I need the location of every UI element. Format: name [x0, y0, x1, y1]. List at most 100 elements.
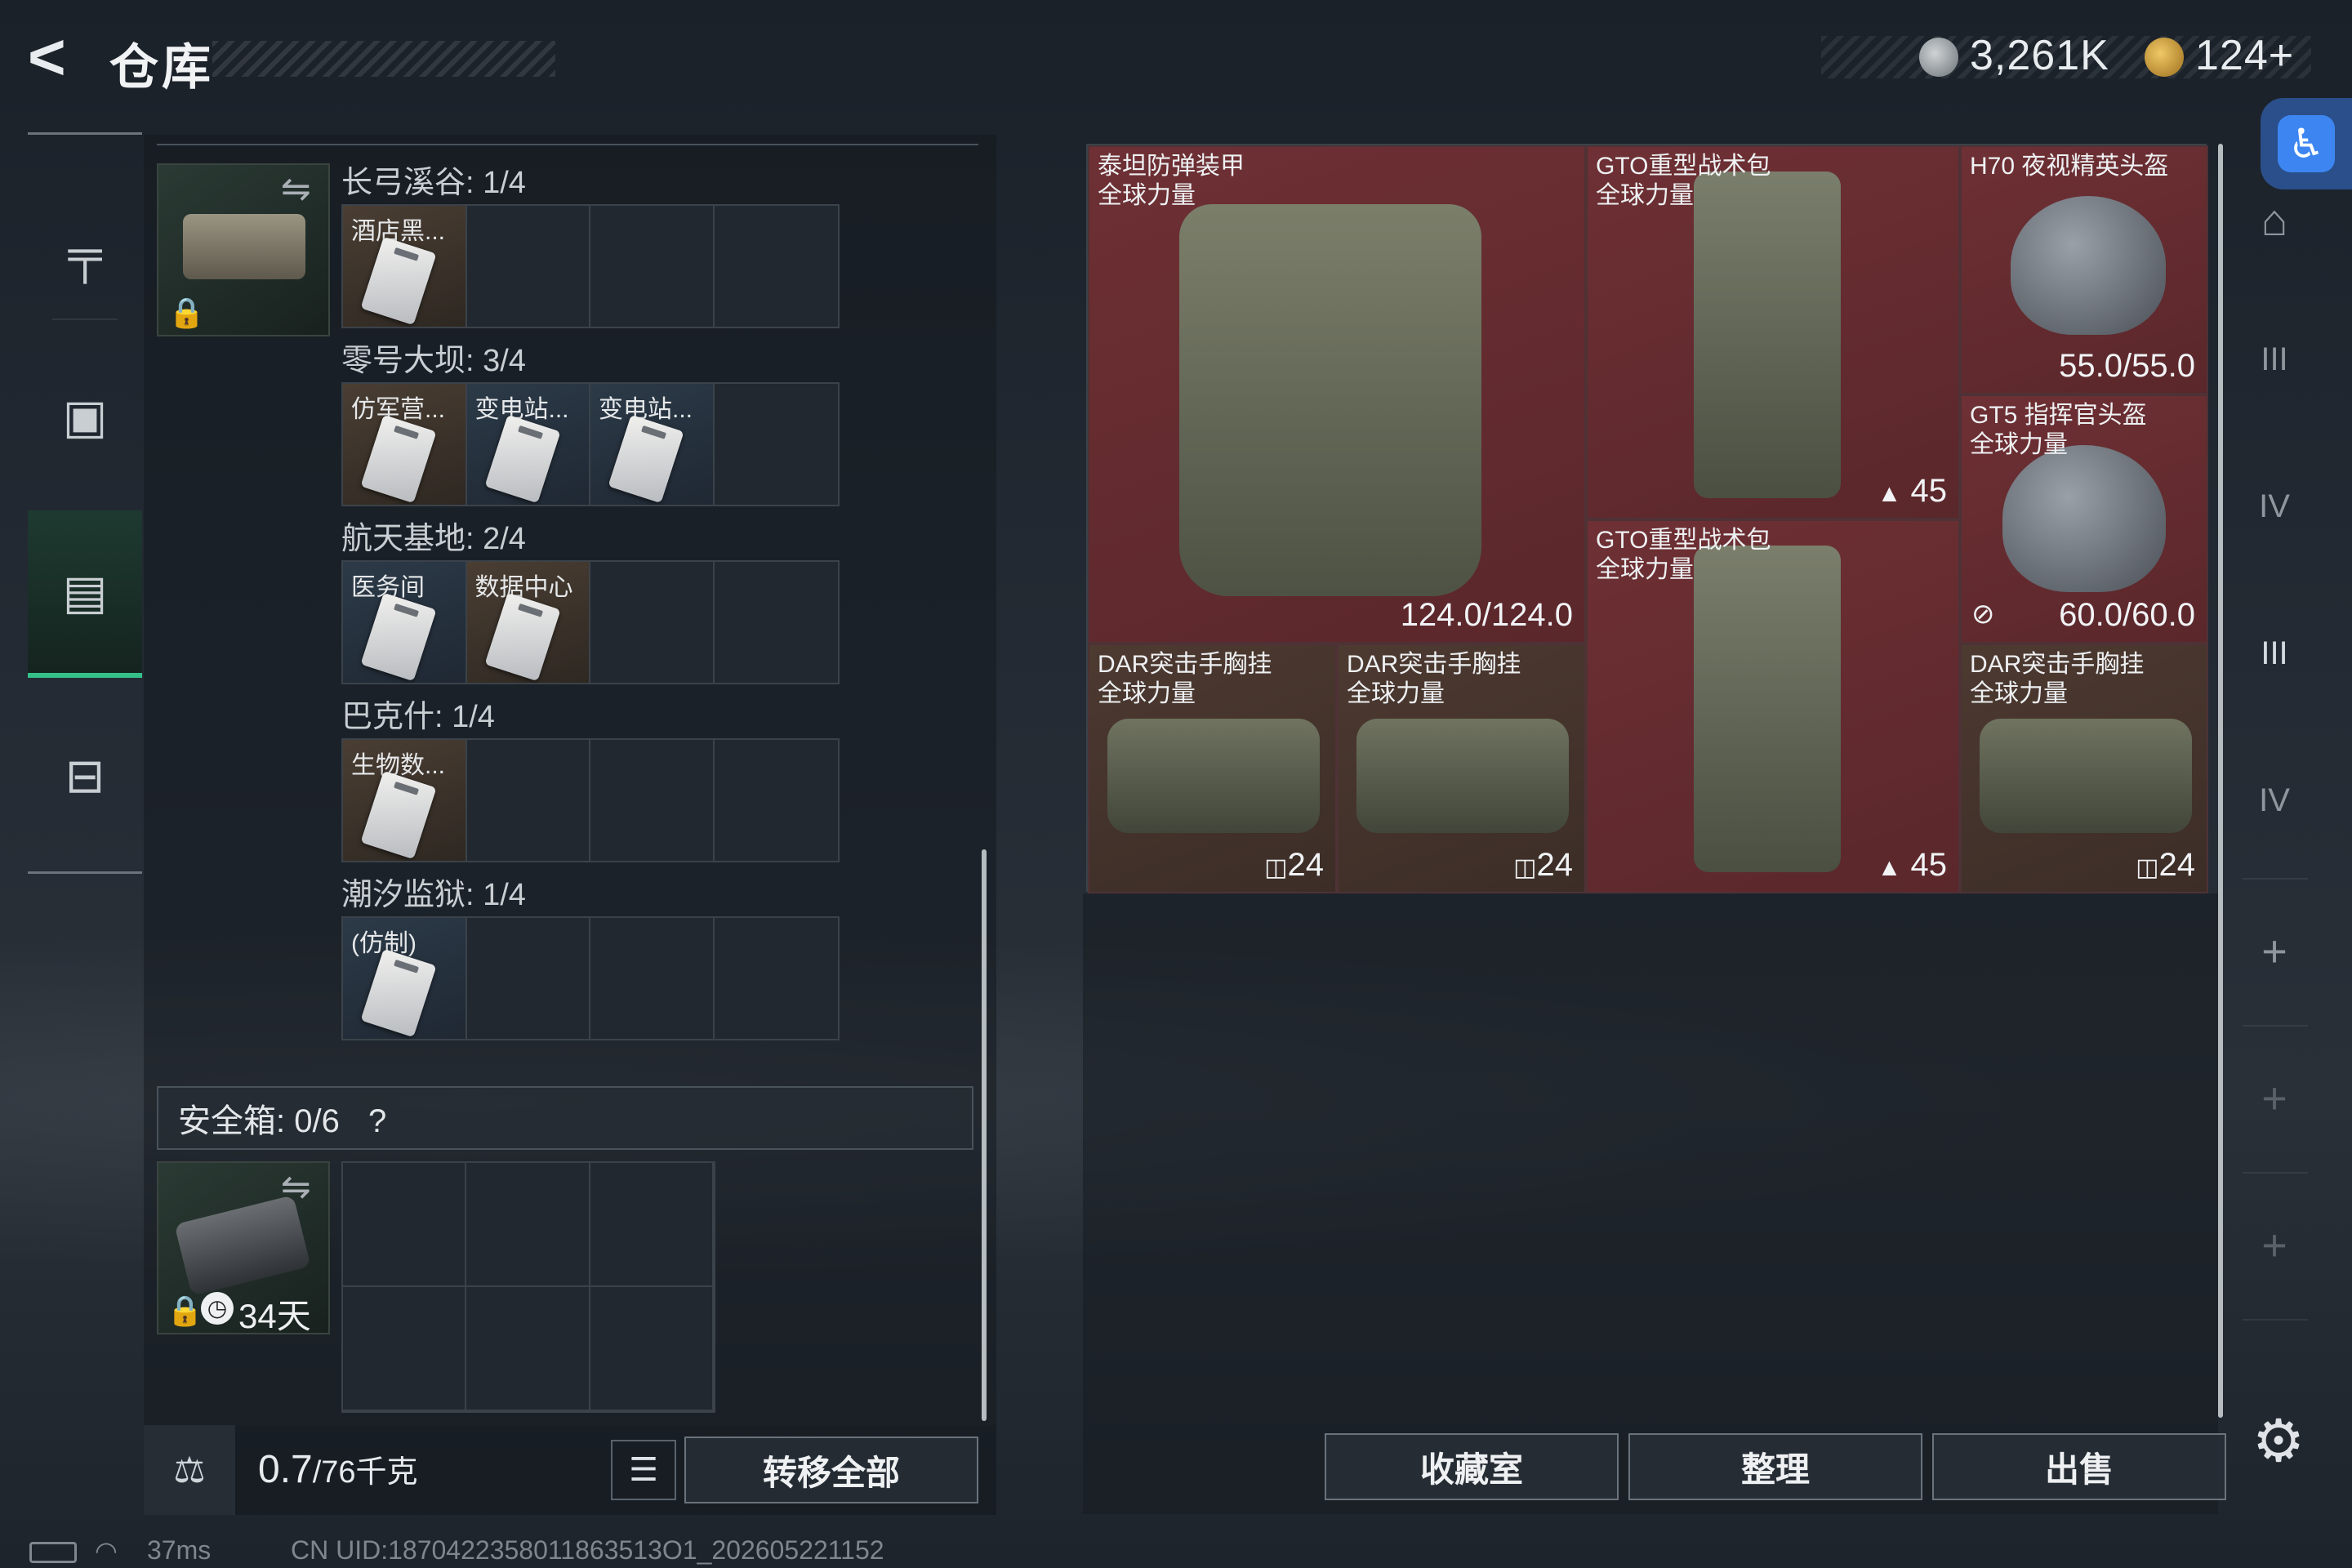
key-item[interactable]: 数据中心: [466, 562, 590, 683]
stash-page-5[interactable]: III: [2230, 588, 2319, 719]
sell-button[interactable]: 出售: [1932, 1433, 2226, 1500]
key-row: 生物数...: [341, 738, 840, 862]
stash-item-chest-rig[interactable]: DAR突击手胸挂 全球力量 ◫24: [1960, 644, 2208, 893]
group-label: 巴克什: 1/4: [341, 700, 495, 734]
stash-icon: IV: [2259, 782, 2290, 818]
toolbox-icon: ⊟: [65, 750, 105, 803]
stash-page-3[interactable]: III: [2230, 294, 2319, 425]
key-item[interactable]: (仿制): [343, 918, 467, 1039]
keycard-icon: [360, 770, 437, 860]
nav-weapons[interactable]: ╤: [28, 200, 142, 306]
empty-slot[interactable]: [343, 1163, 467, 1287]
safe-box-header: 安全箱: 0/6 ?: [157, 1086, 973, 1150]
silver-coin-icon: [1919, 38, 1958, 77]
empty-slot[interactable]: [715, 918, 839, 1039]
stash-item-chest-rig[interactable]: DAR突击手胸挂 全球力量 ◫24: [1088, 644, 1337, 893]
empty-slot[interactable]: [590, 562, 715, 683]
capacity-icon: ◫: [1513, 854, 1537, 881]
nav-backpack[interactable]: ▣: [28, 363, 142, 470]
swap-icon[interactable]: ⇋: [281, 1166, 311, 1208]
stash-item-backpack[interactable]: GTO重型战术包 全球力量 ▲ 45: [1586, 519, 1960, 893]
key-case-container[interactable]: ⇋ 🔒: [157, 163, 330, 336]
safe-box-label: 安全箱: 0/6: [178, 1103, 340, 1139]
stash-item-backpack[interactable]: GTO重型战术包 全球力量 ▲ 45: [1586, 145, 1960, 519]
key-item[interactable]: 变电站...: [466, 384, 590, 505]
empty-slot[interactable]: [467, 740, 590, 861]
empty-slot[interactable]: [715, 206, 839, 327]
nav-toolbox[interactable]: ⊟: [28, 723, 142, 829]
empty-slot[interactable]: [715, 740, 839, 861]
empty-slot[interactable]: [590, 1287, 714, 1411]
lock-icon: 🔒: [167, 1294, 203, 1327]
empty-slot[interactable]: [590, 740, 715, 861]
empty-slot[interactable]: [590, 206, 715, 327]
left-nav: ╤ ▣ ▤ ⊟: [28, 132, 142, 874]
helmet-image: [2011, 196, 2166, 335]
top-bar: < 仓库 3,261K 124+: [0, 0, 2352, 122]
key-row: (仿制): [341, 916, 840, 1040]
empty-slot[interactable]: [343, 1287, 467, 1411]
key-row: 酒店黑...: [341, 204, 840, 328]
plus-icon: +: [2261, 1221, 2287, 1270]
pistol-icon: ╤: [68, 226, 102, 280]
empty-slot[interactable]: [466, 1163, 590, 1287]
gear-icon[interactable]: ⚙: [2246, 1408, 2311, 1474]
add-page-button[interactable]: +: [2230, 890, 2319, 1013]
stash-grid: 泰坦防弹装甲 全球力量 124.0/124.0 GTO重型战术包 全球力量 ▲ 45…: [1086, 144, 2208, 893]
clock-icon: ◷: [201, 1292, 234, 1325]
collection-room-button[interactable]: 收藏室: [1325, 1433, 1619, 1500]
empty-slot[interactable]: [715, 562, 839, 683]
capacity-icon: ◫: [1264, 854, 1288, 881]
key-item[interactable]: 医务间: [343, 562, 467, 683]
stash-icon: III: [2261, 635, 2288, 671]
stash-item-helmet[interactable]: GT5 指挥官头盔 全球力量 ⊘ 60.0/60.0: [1960, 394, 2208, 644]
transfer-all-button[interactable]: 转移全部: [684, 1437, 978, 1503]
safe-box-container[interactable]: ⇋ 🔒 ◷ 34天: [157, 1161, 330, 1335]
stash-item-armor[interactable]: 泰坦防弹装甲 全球力量 124.0/124.0: [1088, 145, 1586, 644]
stash-item-chest-rig[interactable]: DAR突击手胸挂 全球力量 ◫24: [1337, 644, 1586, 893]
key-row: 仿军营... 变电站... 变电站...: [341, 382, 840, 506]
page-title: 仓库: [109, 40, 214, 95]
vest-icon: ▤: [62, 565, 108, 619]
empty-slot[interactable]: [590, 1163, 714, 1287]
key-item[interactable]: 仿军营...: [343, 384, 467, 505]
stash-page-6[interactable]: IV: [2230, 735, 2319, 866]
empty-slot[interactable]: [466, 1287, 590, 1411]
add-page-button[interactable]: +: [2230, 1184, 2319, 1307]
organize-button[interactable]: 整理: [1628, 1433, 1922, 1500]
ping-readout: 37ms: [147, 1535, 212, 1565]
empty-slot[interactable]: [467, 918, 590, 1039]
chest-rig-image: [1356, 719, 1569, 833]
stash-icon: ⌂: [2261, 196, 2288, 245]
group-label: 潮汐监狱: 1/4: [341, 878, 526, 912]
key-item[interactable]: 生物数...: [343, 740, 467, 861]
stash-item-helmet[interactable]: H70 夜视精英头盔 55.0/55.0: [1960, 145, 2208, 394]
empty-slot[interactable]: [467, 206, 590, 327]
key-item[interactable]: 酒店黑...: [343, 206, 467, 327]
keycard-icon: [360, 414, 437, 504]
swap-icon[interactable]: ⇋: [281, 168, 311, 210]
nav-vest[interactable]: ▤: [28, 510, 142, 678]
keycard-icon: [360, 236, 437, 326]
title-decoration: [212, 41, 555, 77]
safe-box-grid: [341, 1161, 715, 1413]
weight-bar: ⚖ 0.7/76千克 ☰ 转移全部: [144, 1425, 996, 1515]
armor-image: [1179, 204, 1481, 596]
durability: 124.0/124.0: [1400, 597, 1573, 633]
stash-scrollbar[interactable]: [2218, 144, 2223, 1418]
durability: 55.0/55.0: [2059, 348, 2195, 384]
battery-icon: [29, 1542, 77, 1563]
keycard-icon: [360, 948, 437, 1038]
left-scrollbar[interactable]: [982, 849, 987, 1421]
add-page-button[interactable]: +: [2230, 1037, 2319, 1160]
stash-page-4[interactable]: IV: [2230, 441, 2319, 572]
empty-slot[interactable]: [590, 918, 715, 1039]
back-icon[interactable]: <: [28, 24, 85, 90]
key-item[interactable]: 变电站...: [590, 384, 715, 505]
gold-amount[interactable]: 124+: [2195, 31, 2294, 80]
stash-page-2[interactable]: ⌂: [2230, 155, 2319, 286]
help-icon[interactable]: ?: [368, 1103, 386, 1139]
capacity: ▲ 45: [1877, 473, 1947, 509]
list-view-button[interactable]: ☰: [611, 1440, 676, 1500]
empty-slot[interactable]: [715, 384, 839, 505]
